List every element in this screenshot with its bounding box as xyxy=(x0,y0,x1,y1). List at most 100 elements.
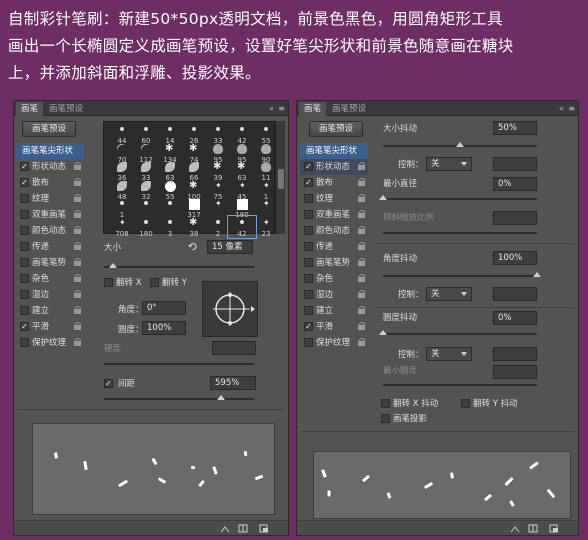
brush-option-row[interactable]: 保护纹理 xyxy=(16,335,84,351)
create-new-brush-icon[interactable] xyxy=(259,524,269,533)
option-checkbox[interactable] xyxy=(304,194,313,203)
tab-brush[interactable]: 画笔 xyxy=(16,102,44,116)
size-jitter-field[interactable]: 50% xyxy=(493,121,537,135)
brush-option-row[interactable]: 画笔笔尖形状 xyxy=(16,143,84,159)
lock-icon[interactable] xyxy=(358,210,366,219)
lock-icon[interactable] xyxy=(74,162,82,171)
option-checkbox[interactable] xyxy=(20,274,29,283)
option-checkbox[interactable] xyxy=(304,290,313,299)
roundness-jitter-slider-thumb[interactable] xyxy=(379,330,387,335)
spacing-checkbox[interactable]: ✓ xyxy=(104,379,113,388)
option-checkbox[interactable]: ✓ xyxy=(20,322,29,331)
min-diameter-slider[interactable] xyxy=(379,195,537,200)
option-checkbox[interactable] xyxy=(20,338,29,347)
flip-y-jitter-checkbox[interactable] xyxy=(461,399,470,408)
option-checkbox[interactable] xyxy=(304,258,313,267)
lock-icon[interactable] xyxy=(358,290,366,299)
flip-x-jitter-checkbox[interactable] xyxy=(381,399,390,408)
collapse-icon[interactable]: « xyxy=(269,102,274,115)
brush-option-row[interactable]: 画笔笔势 xyxy=(300,255,368,271)
brush-option-row[interactable]: 纹理 xyxy=(300,191,368,207)
roundness-jitter-field[interactable]: 0% xyxy=(493,311,537,325)
lock-icon[interactable] xyxy=(358,322,366,331)
option-checkbox[interactable] xyxy=(304,306,313,315)
brush-option-row[interactable]: 湿边 xyxy=(300,287,368,303)
brush-option-row[interactable]: 杂色 xyxy=(300,271,368,287)
option-checkbox[interactable]: ✓ xyxy=(20,162,29,171)
lock-icon[interactable] xyxy=(358,162,366,171)
brush-option-row[interactable]: ✓ 形状动态 xyxy=(300,159,368,175)
scrollbar-thumb[interactable] xyxy=(278,169,284,189)
brush-option-row[interactable]: ✓ 散布 xyxy=(16,175,84,191)
brush-preview-grid-icon[interactable] xyxy=(528,524,538,533)
brush-option-row[interactable]: 建立 xyxy=(16,303,84,319)
lock-icon[interactable] xyxy=(358,226,366,235)
brush-projection-checkbox[interactable] xyxy=(381,414,390,423)
lock-icon[interactable] xyxy=(74,194,82,203)
option-checkbox[interactable] xyxy=(304,274,313,283)
size-control-select[interactable]: 关 xyxy=(426,157,472,171)
lock-icon[interactable] xyxy=(358,178,366,187)
roundness-field[interactable]: 100% xyxy=(142,321,186,335)
option-checkbox[interactable] xyxy=(304,226,313,235)
lock-icon[interactable] xyxy=(74,290,82,299)
brush-preview-grid-icon[interactable] xyxy=(238,524,248,533)
flip-y-checkbox[interactable] xyxy=(150,278,159,287)
option-checkbox[interactable] xyxy=(20,290,29,299)
brush-option-row[interactable]: 传递 xyxy=(300,239,368,255)
brush-option-row[interactable]: ✓ 散布 xyxy=(300,175,368,191)
angle-jitter-slider[interactable] xyxy=(383,272,541,277)
brush-option-row[interactable]: 纹理 xyxy=(16,191,84,207)
panel-menu-icon[interactable]: ≡ xyxy=(568,102,575,115)
lock-icon[interactable] xyxy=(358,338,366,347)
option-checkbox[interactable] xyxy=(304,242,313,251)
brush-presets-button[interactable]: 画笔预设 xyxy=(22,121,76,137)
size-slider-thumb[interactable] xyxy=(109,263,117,268)
lock-icon[interactable] xyxy=(74,338,82,347)
option-checkbox[interactable]: ✓ xyxy=(304,162,313,171)
tip-grid-scrollbar[interactable] xyxy=(275,121,285,234)
size-slider[interactable] xyxy=(104,263,254,268)
lock-icon[interactable] xyxy=(358,258,366,267)
option-checkbox[interactable] xyxy=(20,306,29,315)
brush-option-row[interactable]: 湿边 xyxy=(16,287,84,303)
option-checkbox[interactable] xyxy=(20,194,29,203)
size-jitter-slider[interactable] xyxy=(383,142,537,147)
option-checkbox[interactable] xyxy=(304,210,313,219)
lock-icon[interactable] xyxy=(358,242,366,251)
angle-roundness-preview[interactable] xyxy=(202,281,258,337)
min-diameter-slider-thumb[interactable] xyxy=(379,195,387,200)
brush-option-row[interactable]: 画笔笔势 xyxy=(16,255,84,271)
lock-icon[interactable] xyxy=(74,322,82,331)
lock-icon[interactable] xyxy=(358,274,366,283)
lock-icon[interactable] xyxy=(74,210,82,219)
brush-option-row[interactable]: 画笔笔尖形状 xyxy=(300,143,368,159)
option-checkbox[interactable]: ✓ xyxy=(304,178,313,187)
lock-icon[interactable] xyxy=(74,178,82,187)
flip-x-checkbox[interactable] xyxy=(104,278,113,287)
option-checkbox[interactable] xyxy=(20,226,29,235)
brush-option-row[interactable]: ✓ 平滑 xyxy=(16,319,84,335)
brush-option-row[interactable]: 颜色动态 xyxy=(300,223,368,239)
lock-icon[interactable] xyxy=(74,242,82,251)
min-diameter-field[interactable]: 0% xyxy=(493,177,537,191)
angle-crosshair-icon[interactable] xyxy=(203,282,257,336)
tab-brush-presets[interactable]: 画笔预设 xyxy=(327,102,371,116)
size-field[interactable]: 15 像素 xyxy=(207,240,253,254)
spacing-slider-thumb[interactable] xyxy=(217,395,225,400)
lock-icon[interactable] xyxy=(74,226,82,235)
angle-jitter-field[interactable]: 100% xyxy=(493,251,537,265)
lock-icon[interactable] xyxy=(358,194,366,203)
spacing-slider[interactable] xyxy=(104,395,254,400)
toggle-bristle-preview-icon[interactable] xyxy=(220,524,230,533)
brush-option-row[interactable]: 双重画笔 xyxy=(300,207,368,223)
roundness-jitter-slider[interactable] xyxy=(379,330,537,335)
size-jitter-slider-thumb[interactable] xyxy=(456,142,464,147)
panel-menu-icon[interactable]: ≡ xyxy=(278,102,285,115)
brush-option-row[interactable]: 双重画笔 xyxy=(16,207,84,223)
option-checkbox[interactable] xyxy=(20,210,29,219)
lock-icon[interactable] xyxy=(74,274,82,283)
lock-icon[interactable] xyxy=(74,258,82,267)
option-checkbox[interactable]: ✓ xyxy=(304,322,313,331)
brush-option-row[interactable]: 传递 xyxy=(16,239,84,255)
